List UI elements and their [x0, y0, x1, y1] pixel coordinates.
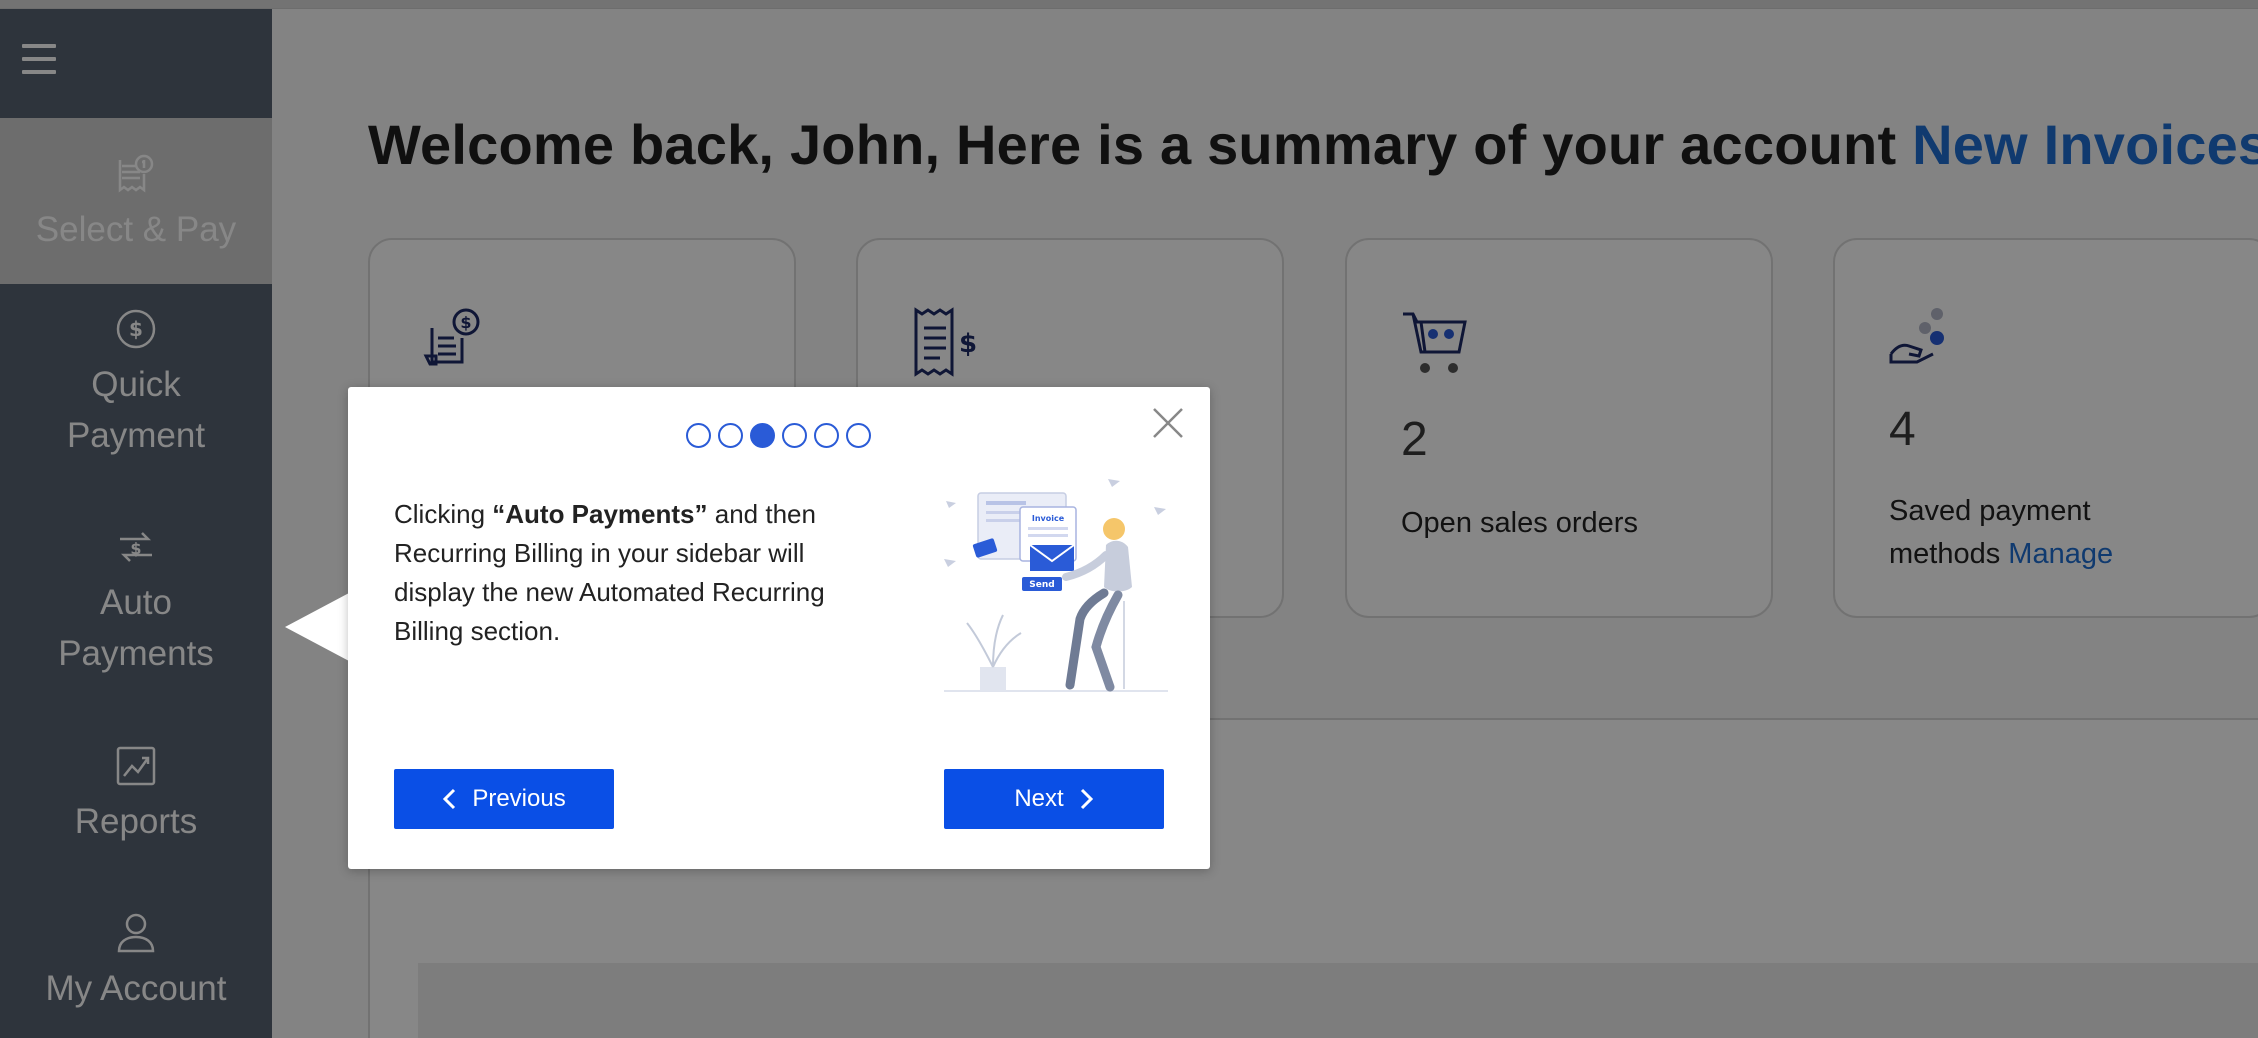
tour-step-dot-4[interactable]: [782, 423, 807, 448]
send-invoice-illustration: Invoice Send: [944, 479, 1168, 692]
tour-step-dot-5[interactable]: [814, 423, 839, 448]
tour-text-prefix: Clicking: [394, 499, 493, 529]
previous-button[interactable]: Previous: [394, 769, 614, 829]
chevron-right-icon: [1080, 788, 1093, 810]
tour-step-indicator: [686, 423, 871, 448]
previous-button-label: Previous: [472, 785, 566, 812]
close-icon[interactable]: [1150, 405, 1186, 441]
tour-step-dot-2[interactable]: [718, 423, 743, 448]
tour-step-dot-6[interactable]: [846, 423, 871, 448]
tour-step-dot-3[interactable]: [750, 423, 775, 448]
next-button[interactable]: Next: [944, 769, 1164, 829]
illustration-send-label: Send: [1029, 580, 1054, 590]
tour-popup: Clicking “Auto Payments” and then Recurr…: [348, 387, 1210, 869]
popup-pointer-arrow: [285, 593, 349, 661]
illustration-invoice-label: Invoice: [1032, 514, 1065, 523]
tour-step-dot-1[interactable]: [686, 423, 711, 448]
tour-description: Clicking “Auto Payments” and then Recurr…: [394, 495, 864, 651]
tour-text-bold: “Auto Payments”: [492, 499, 708, 529]
chevron-left-icon: [443, 788, 456, 810]
next-button-label: Next: [1014, 785, 1064, 812]
